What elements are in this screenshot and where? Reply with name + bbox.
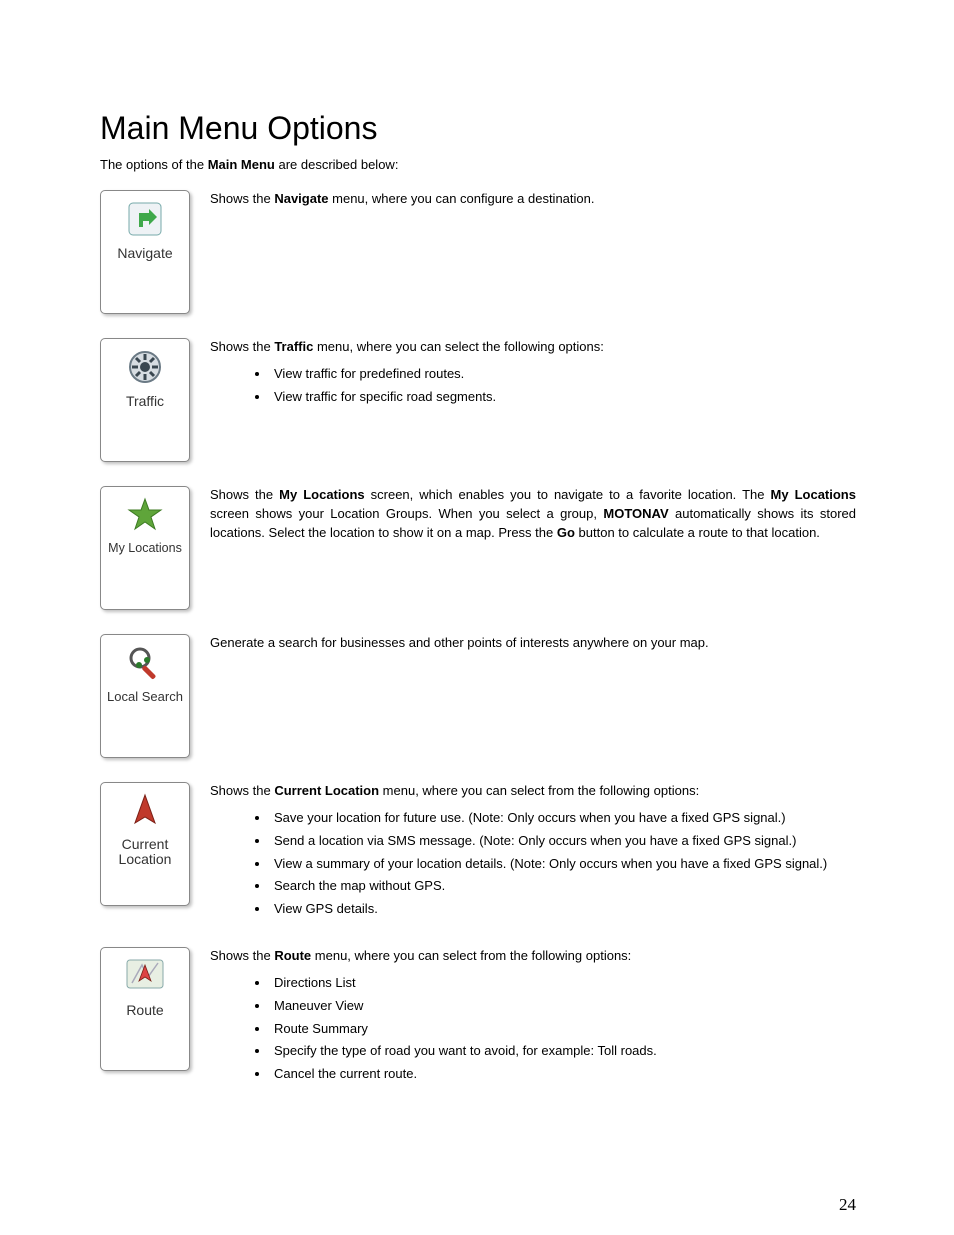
icon-card-current-location: Current Location	[100, 782, 190, 906]
icon-label: Navigate	[117, 245, 172, 261]
list-item: View GPS details.	[270, 900, 856, 919]
icon-label-line1: Current	[122, 837, 169, 852]
list-item: Route Summary	[270, 1020, 856, 1039]
icon-cell: Local Search	[100, 634, 210, 758]
icon-cell: Current Location	[100, 782, 210, 906]
document-page: Main Menu Options The options of the Mai…	[0, 0, 954, 1235]
option-row-current-location: Current Location Shows the Current Locat…	[100, 782, 856, 923]
list-item: View traffic for predefined routes.	[270, 365, 856, 384]
location-arrow-icon	[123, 789, 167, 833]
icon-card-my-locations: My Locations	[100, 486, 190, 610]
star-icon	[123, 493, 167, 537]
list-item: Send a location via SMS message. (Note: …	[270, 832, 856, 851]
list-item: Cancel the current route.	[270, 1065, 856, 1084]
icon-cell: Navigate	[100, 190, 210, 314]
option-desc: Shows the Current Location menu, where y…	[210, 782, 856, 923]
option-desc: Shows the Route menu, where you can sele…	[210, 947, 856, 1088]
bullet-list: Directions List Maneuver View Route Summ…	[210, 974, 856, 1084]
intro-text: The options of the Main Menu are describ…	[100, 157, 856, 172]
list-item: Maneuver View	[270, 997, 856, 1016]
icon-label: Route	[126, 1002, 163, 1018]
intro-post: are described below:	[275, 157, 399, 172]
icon-cell: Traffic	[100, 338, 210, 462]
option-desc: Shows the Navigate menu, where you can c…	[210, 190, 856, 209]
bullet-list: Save your location for future use. (Note…	[210, 809, 856, 919]
option-row-route: Route Shows the Route menu, where you ca…	[100, 947, 856, 1088]
icon-label: Local Search	[107, 689, 183, 704]
page-number: 24	[839, 1195, 856, 1215]
bullet-list: View traffic for predefined routes. View…	[210, 365, 856, 407]
route-map-icon	[123, 954, 167, 998]
icon-cell: Route	[100, 947, 210, 1071]
option-row-navigate: Navigate Shows the Navigate menu, where …	[100, 190, 856, 314]
page-title: Main Menu Options	[100, 110, 856, 147]
icon-card-navigate: Navigate	[100, 190, 190, 314]
list-item: Save your location for future use. (Note…	[270, 809, 856, 828]
option-desc: Shows the My Locations screen, which ena…	[210, 486, 856, 543]
option-desc: Shows the Traffic menu, where you can se…	[210, 338, 856, 411]
list-item: Search the map without GPS.	[270, 877, 856, 896]
icon-label-line2: Location	[119, 852, 172, 867]
option-desc: Generate a search for businesses and oth…	[210, 634, 856, 653]
navigate-icon	[123, 197, 167, 241]
search-icon	[123, 641, 167, 685]
list-item: Specify the type of road you want to avo…	[270, 1042, 856, 1061]
icon-cell: My Locations	[100, 486, 210, 610]
icon-card-traffic: Traffic	[100, 338, 190, 462]
intro-pre: The options of the	[100, 157, 208, 172]
option-row-local-search: Local Search Generate a search for busin…	[100, 634, 856, 758]
option-row-my-locations: My Locations Shows the My Locations scre…	[100, 486, 856, 610]
list-item: View traffic for specific road segments.	[270, 388, 856, 407]
icon-label: My Locations	[108, 541, 182, 555]
option-row-traffic: Traffic Shows the Traffic menu, where yo…	[100, 338, 856, 462]
list-item: Directions List	[270, 974, 856, 993]
list-item: View a summary of your location details.…	[270, 855, 856, 874]
icon-card-route: Route	[100, 947, 190, 1071]
intro-bold: Main Menu	[208, 157, 275, 172]
icon-label: Traffic	[126, 393, 164, 409]
traffic-icon	[123, 345, 167, 389]
icon-card-local-search: Local Search	[100, 634, 190, 758]
